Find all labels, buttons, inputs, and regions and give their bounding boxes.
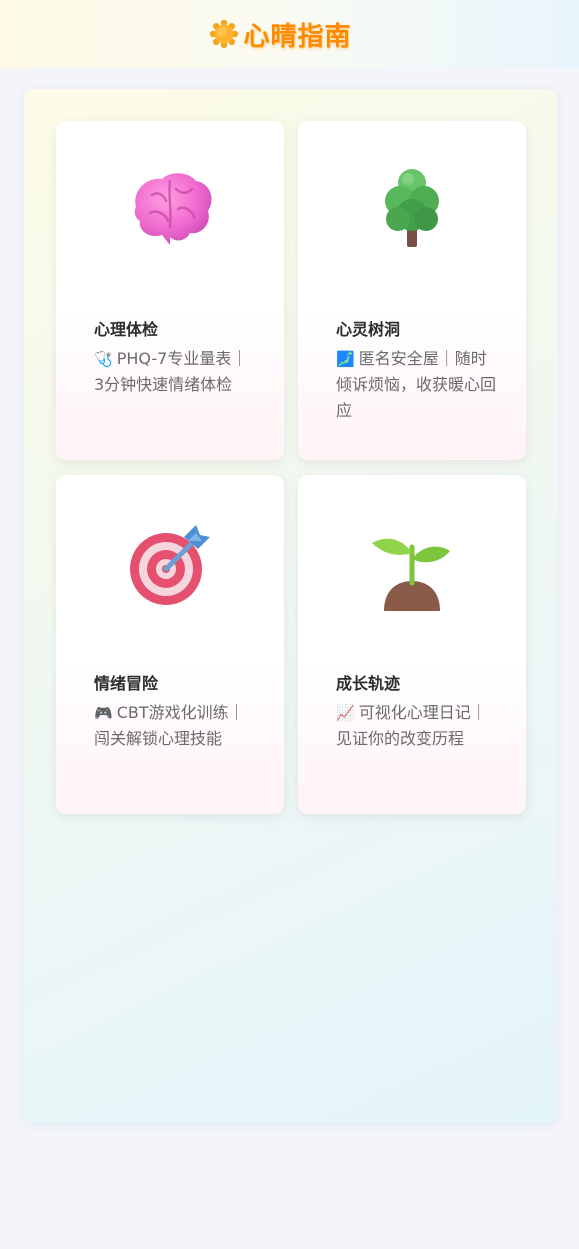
card-title: 情绪冒险 (94, 674, 159, 693)
brain-icon (122, 161, 218, 257)
app-title: 心晴指南 (243, 21, 352, 52)
card-description: 📈 可视化心理日记｜见证你的改变历程 (336, 703, 487, 748)
map-icon: 🗾 (336, 350, 355, 368)
card-emotion-adventure[interactable]: 情绪冒险 🎮 CBT游戏化训练｜闯关解锁心理技能 (56, 475, 284, 814)
chart-icon: 📈 (336, 704, 355, 722)
card-description: 🩺 PHQ-7专业量表｜3分钟快速情绪体检 (94, 349, 248, 394)
card-title: 成长轨迹 (336, 674, 401, 693)
tree-icon (364, 161, 460, 257)
sun-icon (209, 19, 239, 49)
gamepad-icon: 🎮 (94, 704, 113, 722)
feature-panel: 心理体检 🩺 PHQ-7专业量表｜3分钟快速情绪体检 心灵树洞 🗾 匿名安全屋｜随时… (24, 89, 557, 1123)
card-title: 心灵树洞 (336, 320, 401, 339)
brand[interactable]: 心晴指南 (209, 16, 351, 53)
card-description: 🗾 匿名安全屋｜随时倾诉烦恼，收获暖心回应 (336, 349, 497, 420)
card-mental-checkup[interactable]: 心理体检 🩺 PHQ-7专业量表｜3分钟快速情绪体检 (56, 121, 284, 460)
target-icon (122, 515, 218, 611)
card-title: 心理体检 (94, 320, 159, 339)
card-tree-hole[interactable]: 心灵树洞 🗾 匿名安全屋｜随时倾诉烦恼，收获暖心回应 (298, 121, 526, 460)
card-description: 🎮 CBT游戏化训练｜闯关解锁心理技能 (94, 703, 245, 748)
card-growth-track[interactable]: 成长轨迹 📈 可视化心理日记｜见证你的改变历程 (298, 475, 526, 814)
app-header: 心晴指南 (0, 0, 579, 68)
sprout-icon (364, 515, 460, 611)
stethoscope-icon: 🩺 (94, 350, 113, 368)
